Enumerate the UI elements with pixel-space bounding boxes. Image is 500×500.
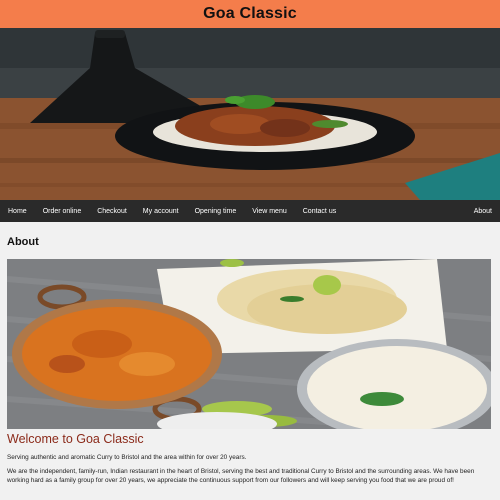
about-paragraph: We are the independent, family-run, Indi… [7, 468, 475, 484]
intro-line: Serving authentic and aromatic Curry to … [7, 454, 247, 461]
welcome-heading: Welcome to Goa Classic [7, 432, 144, 446]
site-title: Goa Classic [203, 5, 297, 22]
site-header: Goa Classic [0, 0, 500, 28]
nav-checkout[interactable]: Checkout [89, 208, 135, 215]
nav-view-menu[interactable]: View menu [244, 208, 295, 215]
nav-my-account[interactable]: My account [135, 208, 187, 215]
nav-order-online[interactable]: Order online [35, 208, 90, 215]
nav-about[interactable]: About [466, 208, 500, 215]
nav-opening-time[interactable]: Opening time [187, 208, 245, 215]
main-nav: Home Order online Checkout My account Op… [0, 200, 500, 222]
food-image [7, 259, 491, 429]
nav-contact-us[interactable]: Contact us [295, 208, 344, 215]
nav-home[interactable]: Home [0, 208, 35, 215]
about-heading: About [7, 236, 39, 248]
hero-image [0, 28, 500, 200]
